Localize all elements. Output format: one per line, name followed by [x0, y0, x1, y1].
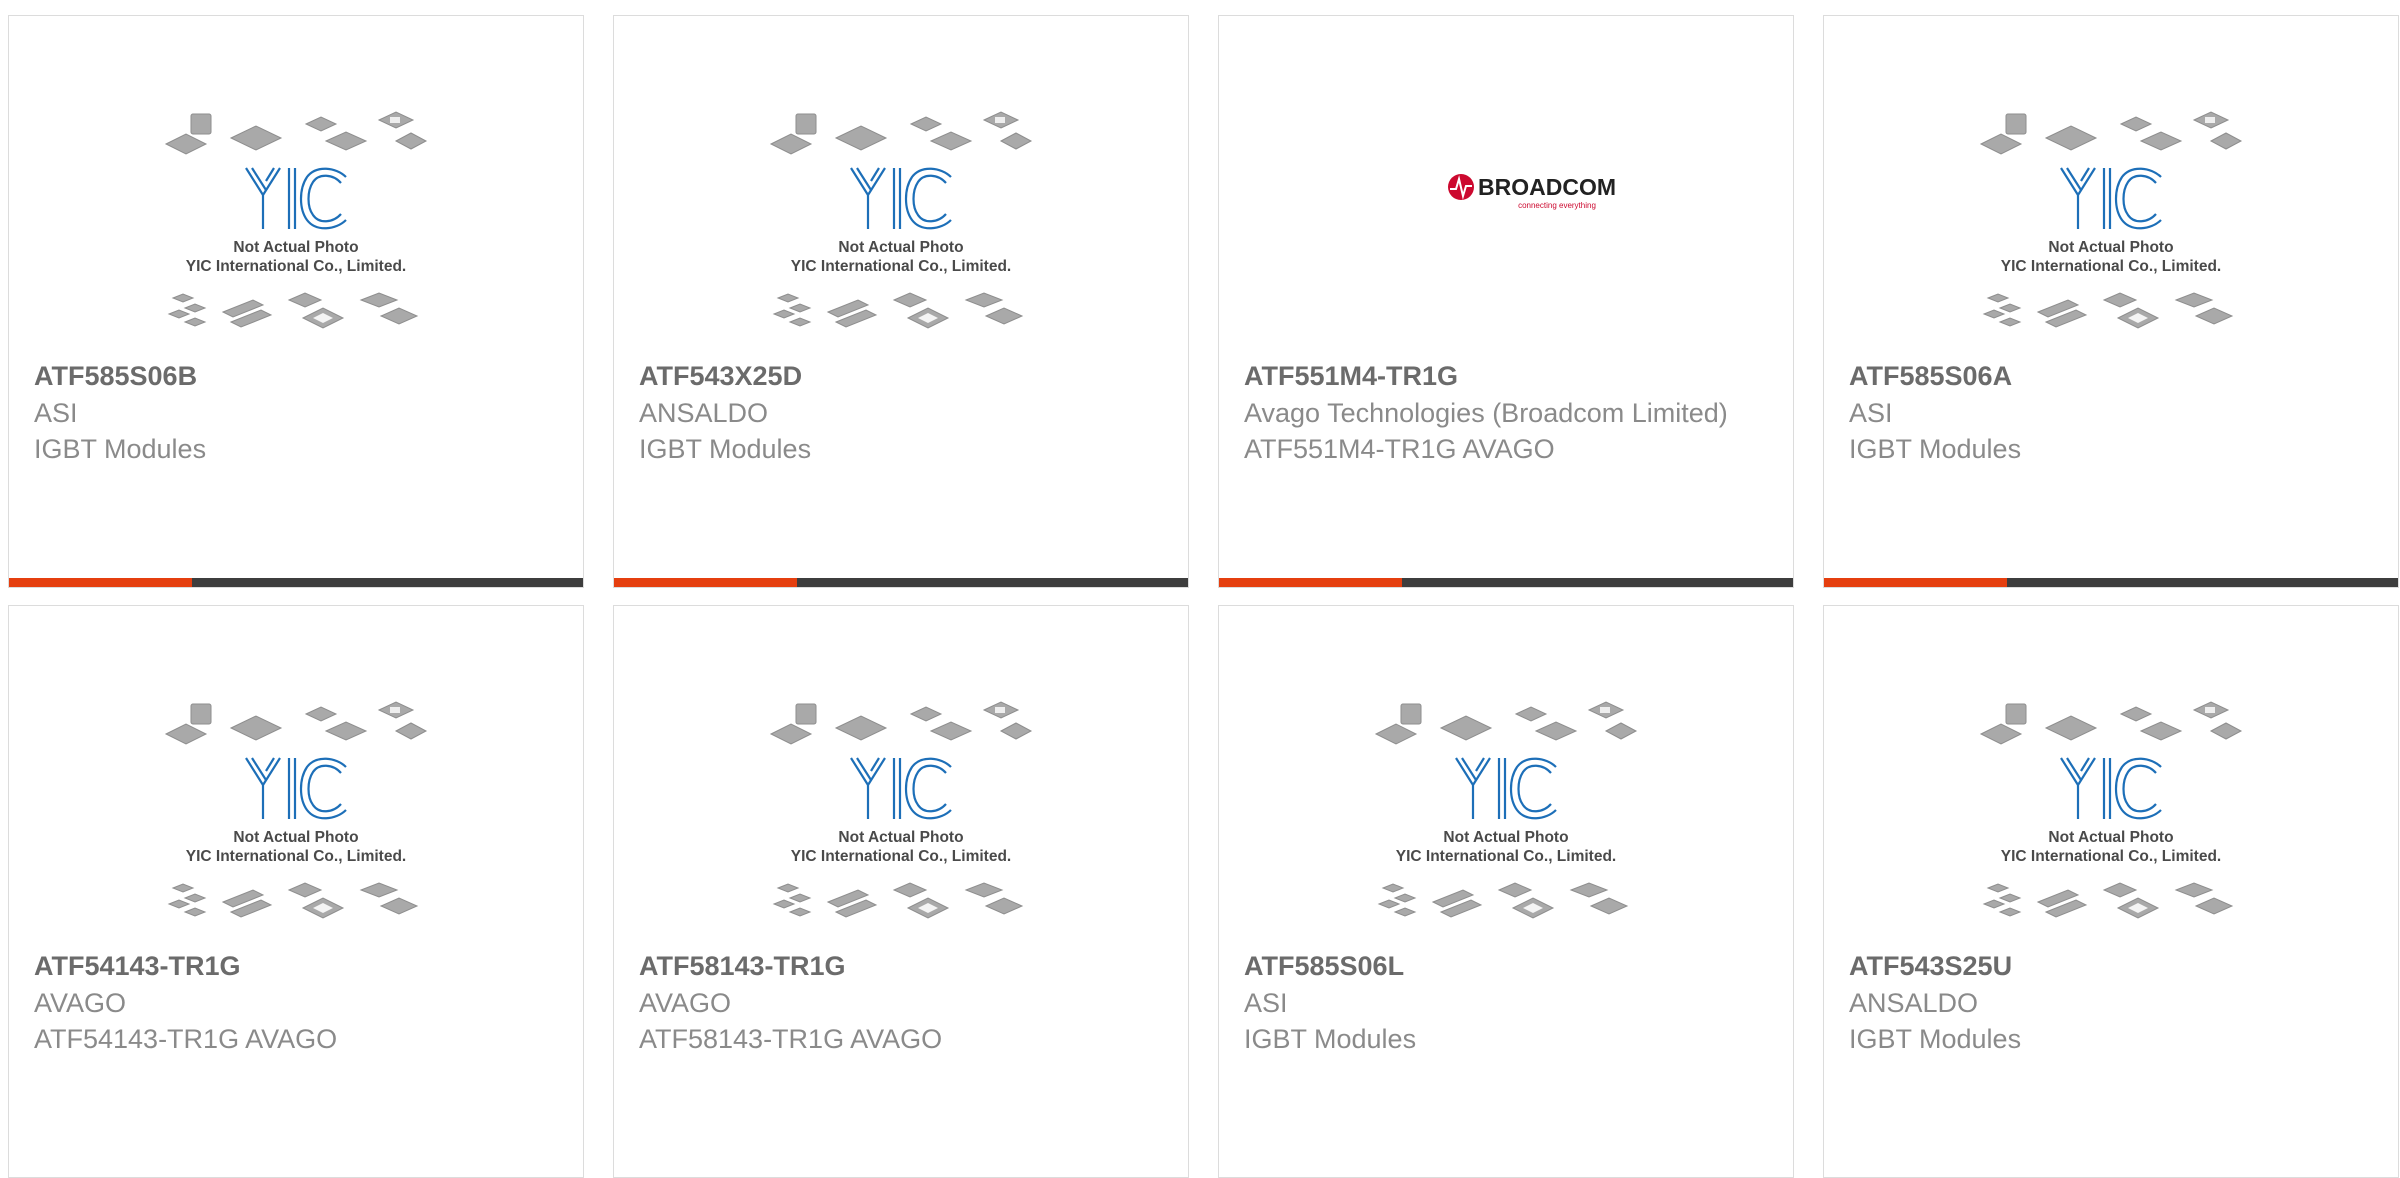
- product-image[interactable]: Not Actual Photo YIC International Co., …: [614, 106, 1188, 356]
- card-accent-bar: [9, 578, 192, 587]
- broadcom-tagline: connecting everything: [1518, 201, 1596, 210]
- broadcom-brand: BROADCOM: [1478, 174, 1616, 200]
- product-image[interactable]: BROADCOM connecting everything: [1219, 106, 1793, 356]
- product-card[interactable]: Not Actual Photo YIC International Co., …: [613, 15, 1189, 588]
- manufacturer: AVAGO: [34, 988, 127, 1018]
- product-card[interactable]: BROADCOM connecting everything ATF551M4-…: [1218, 15, 1794, 588]
- card-accent-bar: [1824, 578, 2007, 587]
- product-info: ATF543X25D ANSALDO IGBT Modules: [639, 358, 1163, 467]
- yic-placeholder-icon: Not Actual Photo YIC International Co., …: [1980, 701, 2242, 919]
- product-image[interactable]: Not Actual Photo YIC International Co., …: [1219, 696, 1793, 946]
- part-number[interactable]: ATF543S25U: [1849, 948, 2373, 985]
- product-info: ATF58143-TR1G AVAGO ATF58143-TR1G AVAGO: [639, 948, 1163, 1057]
- manufacturer: ASI: [1244, 988, 1288, 1018]
- placeholder-line1: Not Actual Photo: [1443, 829, 1568, 846]
- card-accent-bar: [614, 578, 797, 587]
- manufacturer: AVAGO: [639, 988, 732, 1018]
- product-image[interactable]: Not Actual Photo YIC International Co., …: [1824, 106, 2398, 356]
- placeholder-line2: YIC International Co., Limited.: [2001, 258, 2221, 275]
- yic-placeholder-icon: Not Actual Photo YIC International Co., …: [1980, 111, 2242, 329]
- placeholder-line2: YIC International Co., Limited.: [1396, 848, 1616, 865]
- placeholder-line2: YIC International Co., Limited.: [2001, 848, 2221, 865]
- placeholder-line1: Not Actual Photo: [233, 829, 358, 846]
- description: IGBT Modules: [1244, 1024, 1417, 1054]
- description: ATF58143-TR1G AVAGO: [639, 1024, 943, 1054]
- product-card[interactable]: Not Actual Photo YIC International Co., …: [8, 15, 584, 588]
- placeholder-line2: YIC International Co., Limited.: [791, 258, 1011, 275]
- product-info: ATF551M4-TR1G Avago Technologies (Broadc…: [1244, 358, 1768, 467]
- card-bottom-bar: [1824, 578, 2398, 587]
- description: IGBT Modules: [639, 434, 812, 464]
- part-number[interactable]: ATF543X25D: [639, 358, 1163, 395]
- yic-placeholder-icon: Not Actual Photo YIC International Co., …: [1375, 701, 1637, 919]
- description: IGBT Modules: [1849, 434, 2022, 464]
- placeholder-line1: Not Actual Photo: [2048, 239, 2173, 256]
- placeholder-line2: YIC International Co., Limited.: [186, 848, 406, 865]
- product-image[interactable]: Not Actual Photo YIC International Co., …: [614, 696, 1188, 946]
- description: ATF54143-TR1G AVAGO: [34, 1024, 338, 1054]
- placeholder-line2: YIC International Co., Limited.: [186, 258, 406, 275]
- broadcom-logo: BROADCOM connecting everything: [1448, 174, 1616, 210]
- manufacturer: ANSALDO: [639, 398, 769, 428]
- card-bottom-bar: [9, 578, 583, 587]
- yic-placeholder-icon: Not Actual Photo YIC International Co., …: [770, 701, 1032, 919]
- product-card[interactable]: Not Actual Photo YIC International Co., …: [613, 605, 1189, 1178]
- product-card[interactable]: Not Actual Photo YIC International Co., …: [8, 605, 584, 1178]
- manufacturer: ASI: [34, 398, 78, 428]
- manufacturer: ASI: [1849, 398, 1893, 428]
- yic-placeholder-icon: Not Actual Photo YIC International Co., …: [165, 111, 427, 329]
- description: IGBT Modules: [34, 434, 207, 464]
- yic-placeholder-icon: Not Actual Photo YIC International Co., …: [165, 701, 427, 919]
- part-number[interactable]: ATF585S06L: [1244, 948, 1768, 985]
- card-bottom-bar: [1219, 578, 1793, 587]
- product-info: ATF585S06B ASI IGBT Modules: [34, 358, 558, 467]
- product-card[interactable]: Not Actual Photo YIC International Co., …: [1823, 15, 2399, 588]
- part-number[interactable]: ATF58143-TR1G: [639, 948, 1163, 985]
- part-number[interactable]: ATF585S06A: [1849, 358, 2373, 395]
- yic-placeholder-icon: Not Actual Photo YIC International Co., …: [770, 111, 1032, 329]
- product-image[interactable]: Not Actual Photo YIC International Co., …: [9, 106, 583, 356]
- placeholder-line1: Not Actual Photo: [233, 239, 358, 256]
- product-info: ATF585S06L ASI IGBT Modules: [1244, 948, 1768, 1057]
- product-info: ATF54143-TR1G AVAGO ATF54143-TR1G AVAGO: [34, 948, 558, 1057]
- description: IGBT Modules: [1849, 1024, 2022, 1054]
- product-card[interactable]: Not Actual Photo YIC International Co., …: [1823, 605, 2399, 1178]
- placeholder-line1: Not Actual Photo: [2048, 829, 2173, 846]
- description: ATF551M4-TR1G AVAGO: [1244, 434, 1555, 464]
- placeholder-line1: Not Actual Photo: [838, 829, 963, 846]
- product-info: ATF543S25U ANSALDO IGBT Modules: [1849, 948, 2373, 1057]
- placeholder-line1: Not Actual Photo: [838, 239, 963, 256]
- product-image[interactable]: Not Actual Photo YIC International Co., …: [9, 696, 583, 946]
- part-number[interactable]: ATF585S06B: [34, 358, 558, 395]
- manufacturer: Avago Technologies (Broadcom Limited): [1244, 398, 1728, 428]
- product-card[interactable]: Not Actual Photo YIC International Co., …: [1218, 605, 1794, 1178]
- part-number[interactable]: ATF551M4-TR1G: [1244, 358, 1768, 395]
- manufacturer: ANSALDO: [1849, 988, 1979, 1018]
- product-info: ATF585S06A ASI IGBT Modules: [1849, 358, 2373, 467]
- product-image[interactable]: Not Actual Photo YIC International Co., …: [1824, 696, 2398, 946]
- placeholder-line2: YIC International Co., Limited.: [791, 848, 1011, 865]
- card-bottom-bar: [614, 578, 1188, 587]
- card-accent-bar: [1219, 578, 1402, 587]
- part-number[interactable]: ATF54143-TR1G: [34, 948, 558, 985]
